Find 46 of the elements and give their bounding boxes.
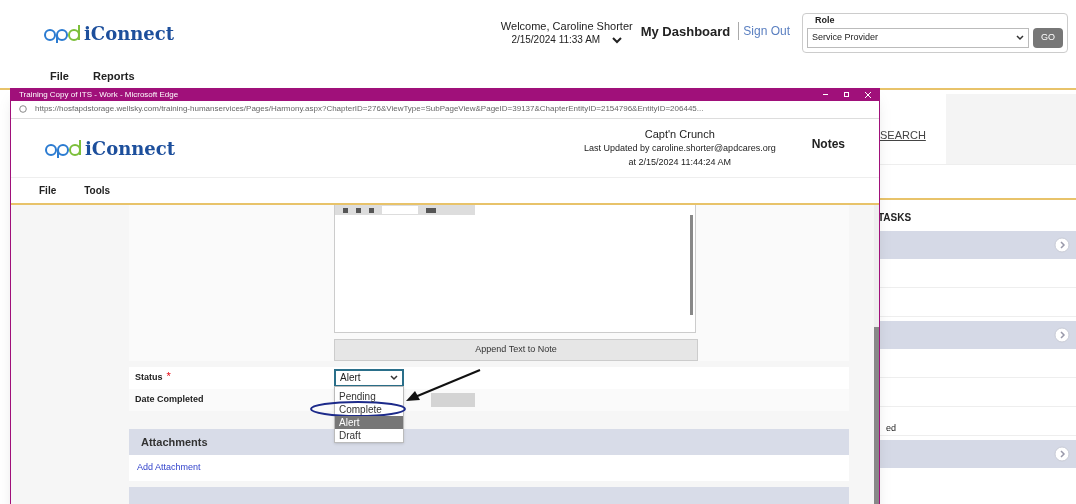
status-label: Status bbox=[135, 371, 163, 385]
date-time-text: 2/15/2024 11:33 AM bbox=[511, 33, 601, 47]
dropdown-option[interactable]: Pending bbox=[335, 390, 403, 403]
app-logo-text: iConnect bbox=[85, 140, 176, 158]
attachments-title: Attachments bbox=[141, 434, 208, 450]
consumer-name: Capt'n Crunch bbox=[644, 127, 715, 141]
address-bar[interactable]: https://hosfapdstorage.wellsky.com/training-humanservices/Pages/Harmony.aspx?ChapterID=276&ViewType=SubPageView&PageID=39137&ChapterEntityID=2154796&EntityID=206445... bbox=[11, 100, 879, 119]
sign-out-link[interactable]: Sign Out bbox=[738, 22, 790, 40]
search-link[interactable]: SEARCH bbox=[880, 129, 926, 141]
apd-logo-icon bbox=[44, 23, 80, 43]
panel-header[interactable] bbox=[878, 231, 1076, 259]
chevron-down-icon bbox=[1016, 34, 1024, 41]
info-icon bbox=[19, 105, 27, 114]
chevron-circle-icon[interactable] bbox=[1054, 327, 1070, 343]
updated-by-text: Last Updated by caroline.shorter@apdcares.org bbox=[583, 142, 776, 155]
add-attachment-link[interactable]: Add Attachment bbox=[137, 461, 201, 475]
date-completed-label: Date Completed bbox=[135, 393, 205, 407]
updated-at-text: at 2/15/2024 11:44:24 AM bbox=[628, 156, 731, 169]
menu-item[interactable]: File bbox=[39, 183, 57, 199]
menu-item[interactable]: Tools bbox=[84, 183, 111, 199]
menu-item[interactable]: Reports bbox=[92, 67, 135, 85]
apd-logo-icon bbox=[45, 138, 81, 158]
status-select[interactable]: Alert bbox=[334, 369, 404, 387]
chevron-circle-icon[interactable] bbox=[1054, 237, 1070, 253]
window-title: Training Copy of ITS - Work - Microsoft Edge bbox=[19, 90, 179, 99]
chevron-down-icon bbox=[390, 375, 398, 381]
role-select[interactable]: Service Provider bbox=[807, 27, 1029, 48]
menu-item[interactable]: File bbox=[50, 67, 69, 85]
welcome-text: Welcome, Caroline Shorter bbox=[500, 19, 633, 34]
section-title: Notes bbox=[811, 135, 845, 153]
app-logo-text: iConnect bbox=[84, 25, 175, 43]
date-completed-field[interactable] bbox=[431, 393, 475, 407]
chevron-circle-icon[interactable] bbox=[1054, 446, 1070, 462]
tasks-heading: TASKS bbox=[878, 211, 913, 225]
maximize-icon[interactable] bbox=[844, 92, 849, 98]
dashboard-link[interactable]: My Dashboard bbox=[640, 22, 731, 42]
minimize-icon[interactable] bbox=[823, 94, 828, 96]
role-label: Role bbox=[815, 14, 836, 28]
task-text: ed bbox=[886, 421, 896, 435]
required-mark: * bbox=[166, 371, 171, 383]
append-button[interactable]: Append Text to Note bbox=[334, 339, 698, 361]
dropdown-option[interactable]: Alert bbox=[335, 416, 403, 429]
chevron-down-icon[interactable] bbox=[612, 35, 623, 44]
close-icon[interactable] bbox=[865, 91, 871, 98]
dropdown-option[interactable]: Draft bbox=[335, 429, 403, 442]
go-button[interactable]: GO bbox=[1033, 27, 1063, 48]
